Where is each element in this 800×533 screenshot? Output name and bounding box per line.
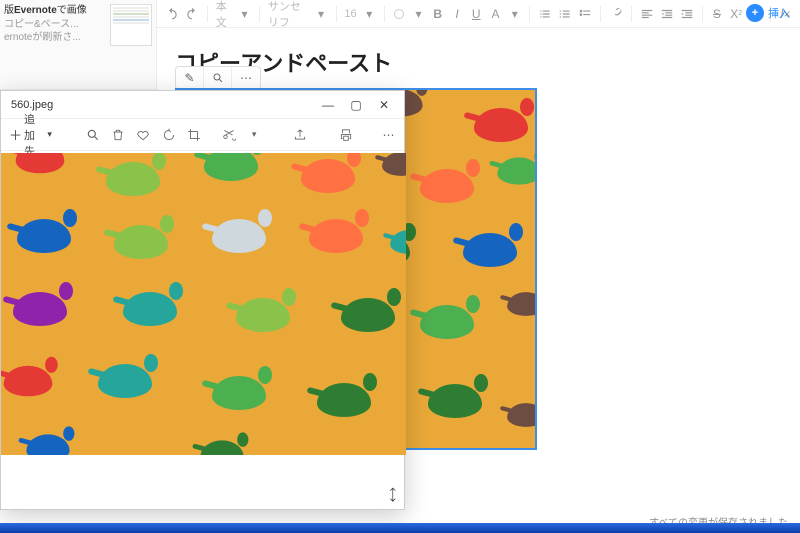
viewer-toolbar: ＋ 追加先 ▾ ▾ ⋯ bbox=[1, 119, 404, 151]
note-list-sidebar: 版Evernoteで画像 コピー&ペース... ernoteが刷新さ... bbox=[0, 0, 157, 90]
chevron-down-icon: ▾ bbox=[47, 129, 52, 140]
align-icon[interactable] bbox=[640, 5, 654, 23]
text-color-icon[interactable] bbox=[393, 5, 406, 23]
editor-toolbar: 本文 ▾ サンセリフ ▾ 16 ▾ ▾ B I U A ▾ S X2 X2 I×… bbox=[157, 0, 800, 28]
annotate-icon[interactable]: ✎ bbox=[176, 67, 204, 89]
chevron-down-icon: ▾ bbox=[508, 5, 521, 23]
underline-icon[interactable]: U bbox=[470, 5, 483, 23]
outdent-icon[interactable] bbox=[660, 5, 674, 23]
close-button[interactable]: ✕ bbox=[370, 94, 398, 116]
strike-icon[interactable]: S bbox=[710, 5, 723, 23]
number-list-icon[interactable] bbox=[558, 5, 572, 23]
note-card[interactable]: 版Evernoteで画像 コピー&ペース... ernoteが刷新さ... bbox=[4, 4, 152, 64]
minimize-button[interactable]: — bbox=[314, 94, 342, 116]
superscript-icon[interactable]: X2 bbox=[730, 5, 743, 23]
crop-icon[interactable] bbox=[186, 125, 201, 145]
taskbar bbox=[0, 523, 800, 533]
note-thumbnail bbox=[110, 4, 152, 46]
viewer-image[interactable] bbox=[1, 153, 406, 455]
chevron-down-icon: ▾ bbox=[412, 5, 425, 23]
image-floating-toolbar: ✎ ⋯ bbox=[175, 66, 261, 90]
redo-icon[interactable] bbox=[185, 5, 199, 23]
viewer-titlebar[interactable]: 560.jpeg — ▢ ✕ bbox=[1, 91, 404, 119]
share-icon[interactable] bbox=[292, 125, 307, 145]
more-icon[interactable]: ⋯ bbox=[381, 125, 396, 145]
viewer-filename: 560.jpeg bbox=[11, 99, 53, 111]
link-icon[interactable] bbox=[609, 5, 623, 23]
chevron-down-icon[interactable]: ▾ bbox=[247, 125, 262, 145]
cut-icon[interactable] bbox=[221, 125, 236, 145]
note-title[interactable]: コピーアンドペースト bbox=[175, 46, 772, 78]
plus-icon: ＋ bbox=[9, 125, 22, 144]
note-line-1: 版Evernoteで画像 bbox=[4, 4, 104, 18]
plus-icon: + bbox=[746, 4, 764, 22]
zoom-icon[interactable] bbox=[204, 67, 232, 89]
rotate-icon[interactable] bbox=[161, 125, 176, 145]
image-viewer-window: 560.jpeg — ▢ ✕ ＋ 追加先 ▾ ▾ ⋯ bbox=[0, 90, 405, 510]
search-icon[interactable] bbox=[86, 125, 101, 145]
indent-icon[interactable] bbox=[680, 5, 694, 23]
chevron-down-icon: ▾ bbox=[363, 5, 376, 23]
chevron-down-icon: ▾ bbox=[314, 5, 327, 23]
insert-label: 挿入 bbox=[768, 5, 790, 21]
style-selector[interactable]: 本文 bbox=[216, 0, 232, 30]
maximize-button[interactable]: ▢ bbox=[342, 94, 370, 116]
bold-icon[interactable]: B bbox=[431, 5, 444, 23]
undo-icon[interactable] bbox=[165, 5, 179, 23]
highlight-icon[interactable]: A bbox=[489, 5, 502, 23]
print-icon[interactable] bbox=[338, 125, 353, 145]
note-line-2: コピー&ペース... bbox=[4, 18, 104, 32]
more-icon[interactable]: ⋯ bbox=[232, 67, 260, 89]
favorite-icon[interactable] bbox=[136, 125, 151, 145]
check-list-icon[interactable] bbox=[578, 5, 592, 23]
font-selector[interactable]: サンセリフ bbox=[268, 0, 308, 30]
resize-handle-icon[interactable]: ⤡ bbox=[382, 485, 402, 505]
delete-icon[interactable] bbox=[111, 125, 126, 145]
insert-button[interactable]: + 挿入 bbox=[746, 4, 790, 22]
bullet-list-icon[interactable] bbox=[538, 5, 552, 23]
chevron-down-icon: ▾ bbox=[238, 5, 251, 23]
font-size-selector[interactable]: 16 bbox=[344, 8, 356, 20]
note-line-3: ernoteが刷新さ... bbox=[4, 31, 104, 45]
add-destination-button[interactable]: ＋ 追加先 ▾ bbox=[9, 111, 52, 159]
italic-icon[interactable]: I bbox=[450, 5, 463, 23]
